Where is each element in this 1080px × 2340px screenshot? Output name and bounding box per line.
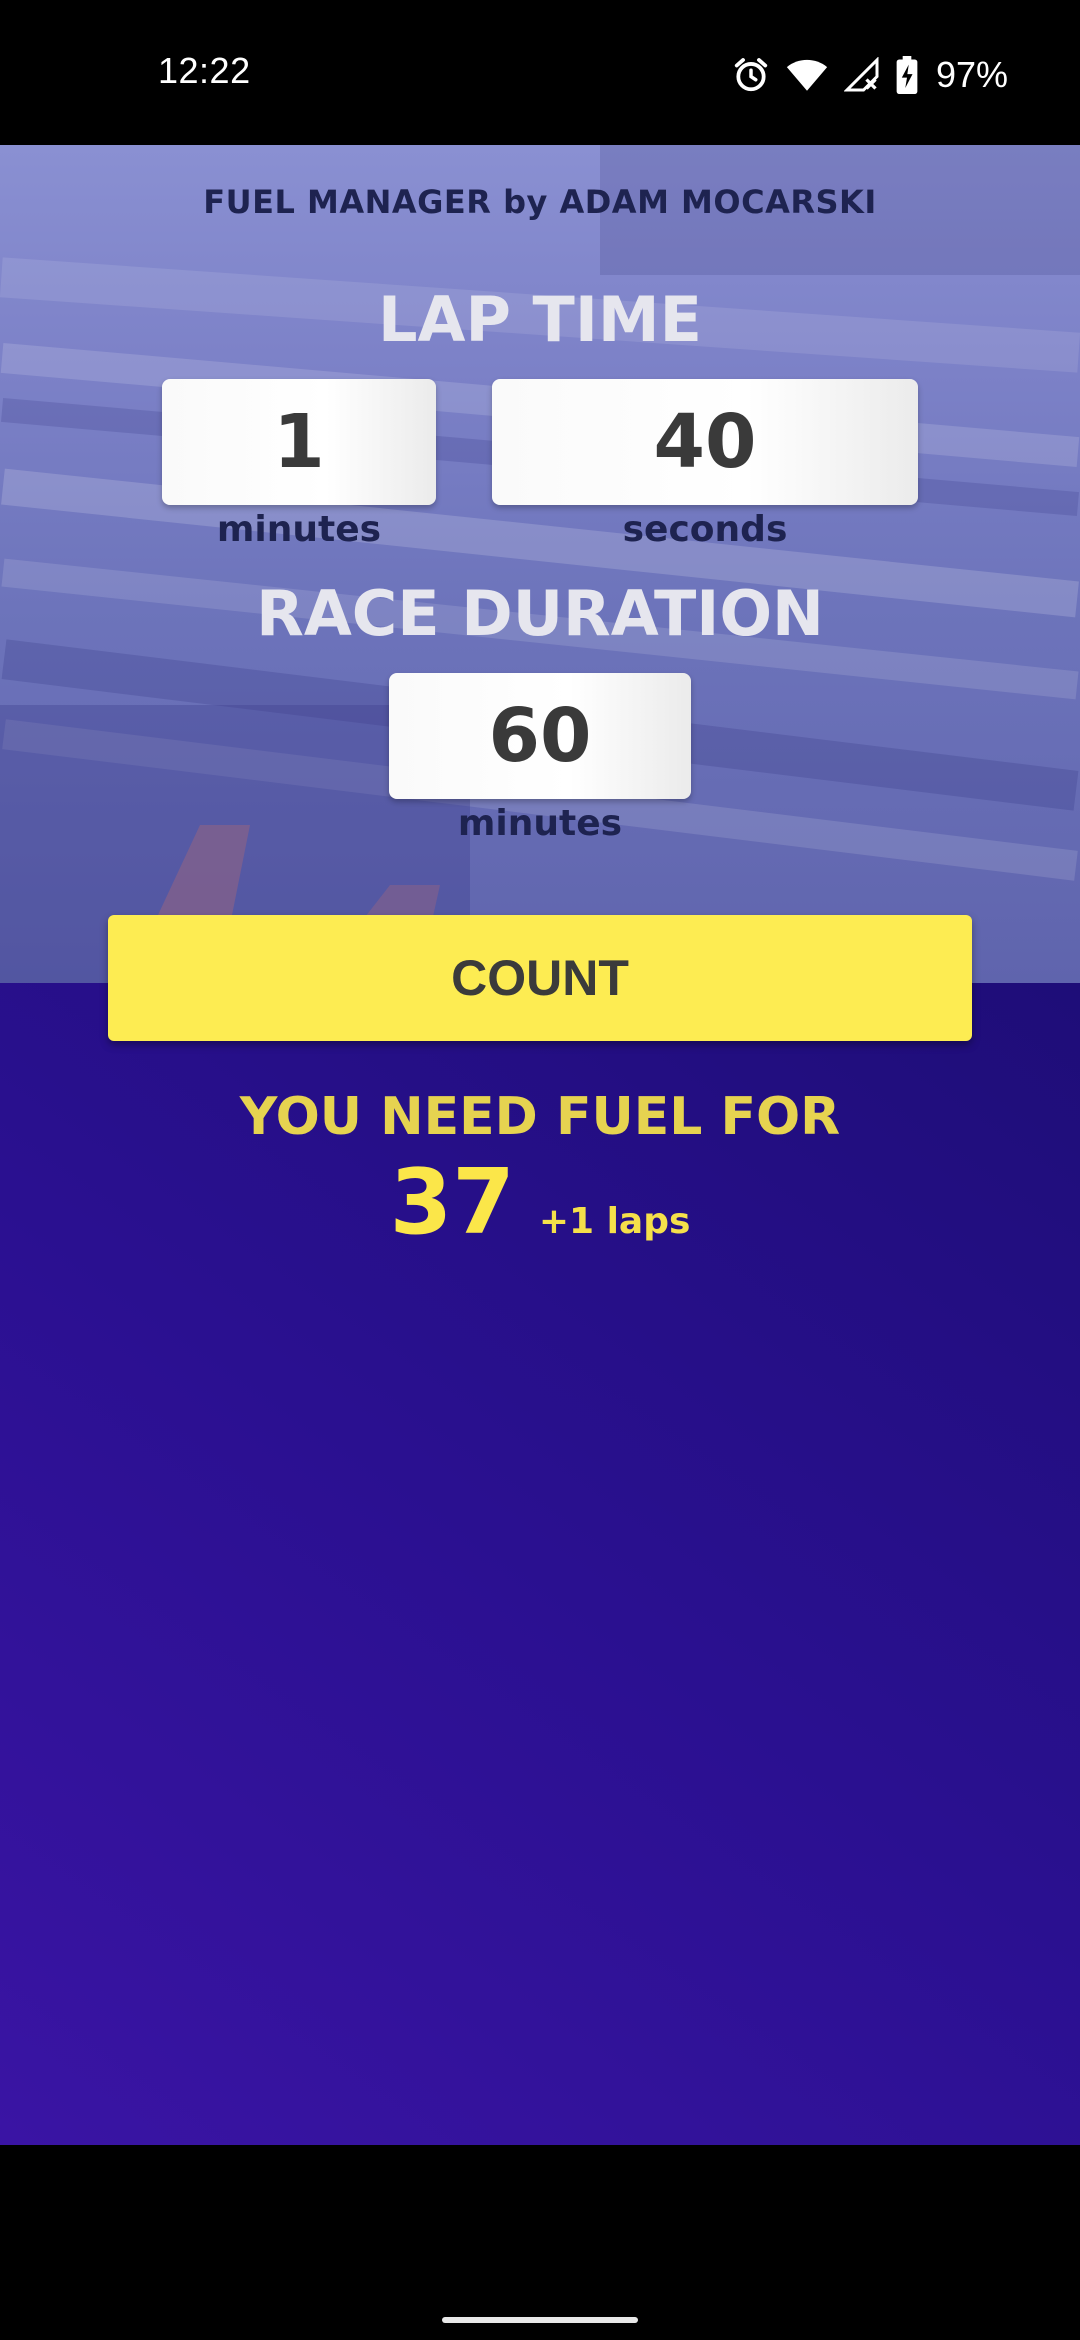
- status-bar: 12:22 97%: [0, 0, 1080, 145]
- app-title: FUEL MANAGER by ADAM MOCARSKI: [203, 183, 877, 221]
- race-duration-input[interactable]: 60: [389, 673, 691, 799]
- lap-minutes-unit: minutes: [216, 509, 382, 550]
- status-icons: 97%: [732, 54, 1008, 96]
- result-laps-value: 37: [389, 1150, 515, 1255]
- hero-background-image: [0, 145, 1080, 983]
- result-line: 37 +1 laps: [0, 1150, 1080, 1255]
- lap-minutes-input[interactable]: 1: [162, 379, 436, 505]
- battery-percent: 97%: [935, 54, 1008, 95]
- count-button[interactable]: COUNT: [108, 915, 972, 1041]
- wifi-icon: [786, 57, 828, 93]
- battery-charging-icon: [896, 56, 918, 94]
- screen: 12:22 97% FUEL MANAGER by ADAM MOCARSKI …: [0, 0, 1080, 2340]
- navigation-bar: [0, 2145, 1080, 2340]
- app-content: FUEL MANAGER by ADAM MOCARSKI LAP TIME 1…: [0, 145, 1080, 2145]
- status-time: 12:22: [158, 50, 251, 91]
- lap-time-label: LAP TIME: [378, 283, 702, 356]
- signal-no-service-icon: [843, 57, 880, 93]
- result-heading: YOU NEED FUEL FOR: [239, 1087, 841, 1147]
- alarm-icon: [732, 56, 770, 94]
- race-duration-label: RACE DURATION: [256, 577, 824, 650]
- home-gesture-handle[interactable]: [442, 2317, 638, 2323]
- lap-seconds-input[interactable]: 40: [492, 379, 918, 505]
- lap-seconds-unit: seconds: [622, 509, 788, 550]
- result-extra-laps: +1 laps: [538, 1201, 691, 1242]
- race-duration-unit: minutes: [457, 803, 623, 844]
